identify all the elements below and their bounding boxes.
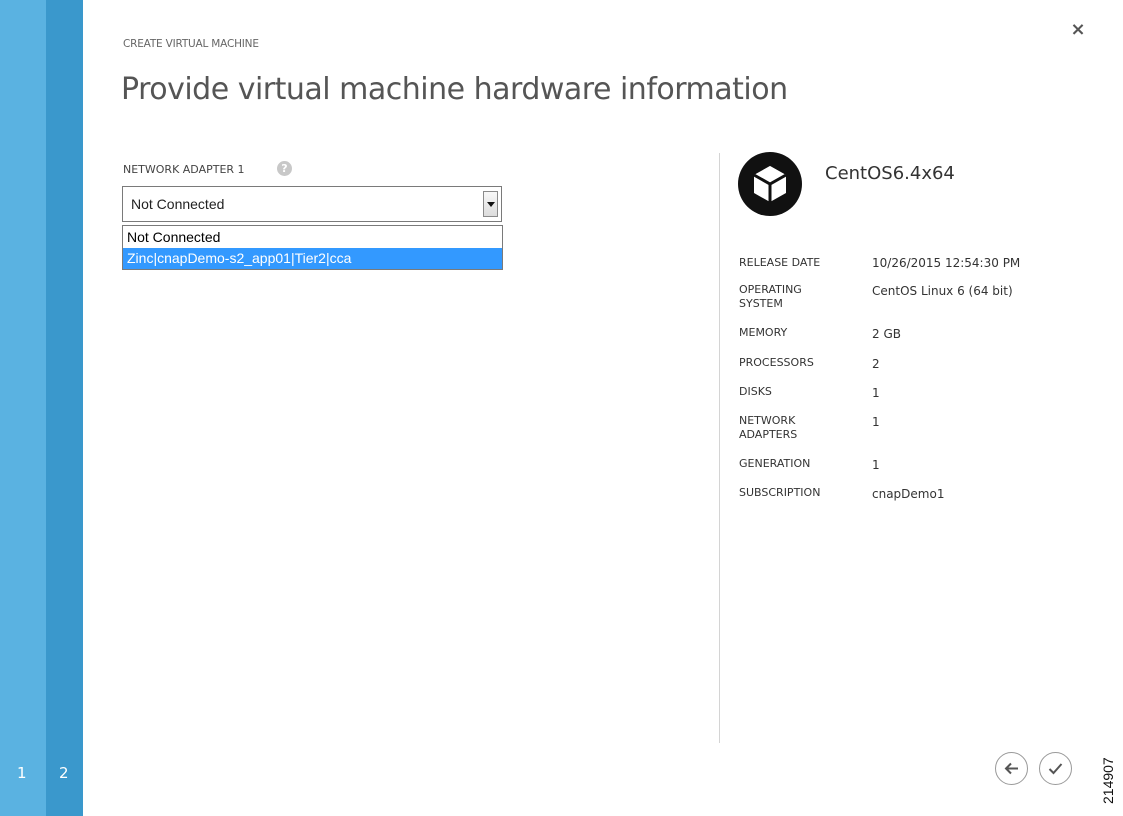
vm-name: CentOS6.4x64 (825, 163, 955, 184)
network-adapter-dropdown: Not Connected Zinc|cnapDemo-s2_app01|Tie… (122, 225, 503, 270)
spec-label-network-adapters: NETWORK ADAPTERS (739, 414, 798, 441)
spec-value-subscription: cnapDemo1 (872, 487, 945, 501)
spec-label-disks: DISKS (739, 385, 772, 398)
back-button[interactable] (995, 752, 1028, 785)
step-1[interactable]: 1 (0, 0, 46, 816)
panel-divider (719, 153, 720, 743)
wizard-caption: CREATE VIRTUAL MACHINE (123, 38, 259, 50)
dropdown-option-zinc-tier2[interactable]: Zinc|cnapDemo-s2_app01|Tier2|cca (123, 248, 502, 269)
step-2[interactable]: 2 (46, 0, 83, 816)
network-adapter-select[interactable]: Not Connected (122, 186, 502, 222)
chevron-down-icon[interactable] (483, 191, 498, 217)
step-1-number: 1 (17, 764, 27, 782)
spec-value-operating-system: CentOS Linux 6 (64 bit) (872, 284, 1013, 298)
figure-id: 214907 (1100, 757, 1116, 804)
network-adapter-selected-value: Not Connected (131, 196, 225, 212)
network-adapter-label: NETWORK ADAPTER 1 (123, 163, 245, 176)
spec-value-processors: 2 (872, 357, 880, 371)
close-icon[interactable]: × (1068, 20, 1088, 40)
spec-label-generation: GENERATION (739, 457, 811, 470)
wizard-step-rail: 1 2 (0, 0, 83, 816)
finish-button[interactable] (1039, 752, 1072, 785)
checkmark-icon (1048, 763, 1063, 775)
cube-icon (738, 152, 802, 216)
question-circle-icon[interactable]: ? (277, 161, 292, 176)
arrow-left-icon (1004, 762, 1018, 775)
spec-value-release-date: 10/26/2015 12:54:30 PM (872, 256, 1021, 270)
spec-value-network-adapters: 1 (872, 415, 880, 429)
spec-label-processors: PROCESSORS (739, 356, 814, 369)
spec-value-disks: 1 (872, 386, 880, 400)
step-2-number: 2 (59, 764, 69, 782)
spec-label-subscription: SUBSCRIPTION (739, 486, 821, 499)
spec-label-memory: MEMORY (739, 326, 788, 339)
dropdown-option-not-connected[interactable]: Not Connected (123, 227, 502, 248)
spec-value-memory: 2 GB (872, 327, 901, 341)
spec-label-release-date: RELEASE DATE (739, 256, 821, 269)
page-title: Provide virtual machine hardware informa… (121, 72, 788, 107)
spec-label-operating-system: OPERATING SYSTEM (739, 283, 802, 310)
spec-value-generation: 1 (872, 458, 880, 472)
